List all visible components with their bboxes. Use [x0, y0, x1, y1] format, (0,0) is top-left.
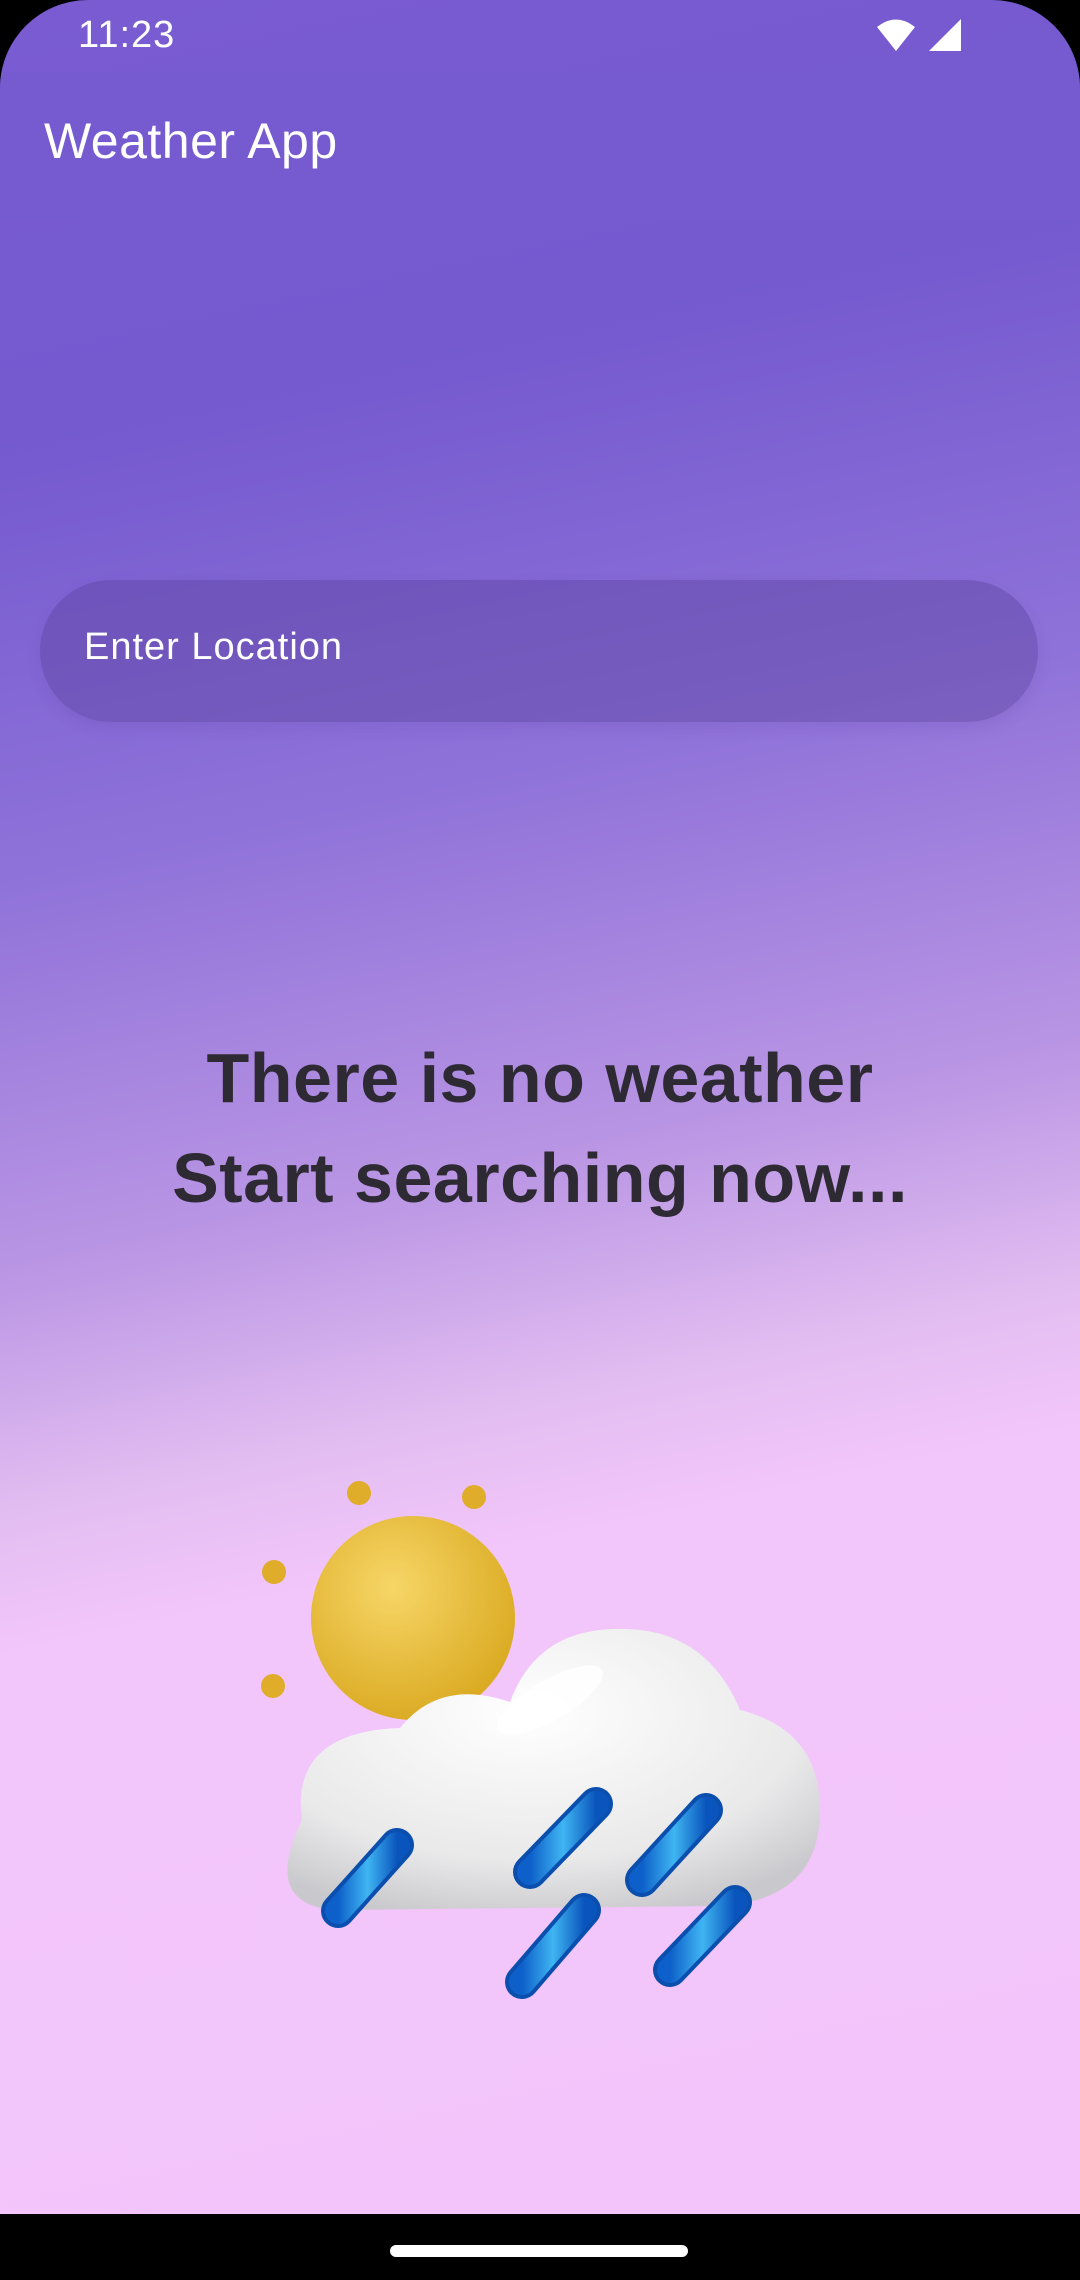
home-indicator[interactable]: [390, 2245, 688, 2257]
status-icons: [876, 18, 962, 52]
status-bar: 11:23: [0, 0, 1080, 72]
sun-ray-dot: [347, 1481, 371, 1505]
cellular-signal-icon: [929, 19, 961, 51]
sun-ray-dot: [261, 1674, 285, 1698]
location-search-input[interactable]: Enter Location: [40, 580, 1038, 722]
empty-state-subtitle: Start searching now...: [172, 1139, 908, 1217]
sun: [311, 1516, 515, 1720]
search-placeholder: Enter Location: [84, 626, 344, 668]
empty-state-title: There is no weather: [206, 1039, 874, 1117]
sun-cloud-rain-icon: [261, 1481, 820, 1999]
app-title: Weather App: [44, 113, 338, 169]
status-time: 11:23: [78, 14, 176, 56]
app-bar: Weather App: [0, 72, 1080, 220]
wifi-icon: [877, 19, 915, 51]
sun-ray-dot: [262, 1560, 286, 1584]
sun-ray-dot: [462, 1485, 486, 1509]
app-screen: 11:23 Weather App Enter Location There i…: [0, 0, 1080, 2214]
